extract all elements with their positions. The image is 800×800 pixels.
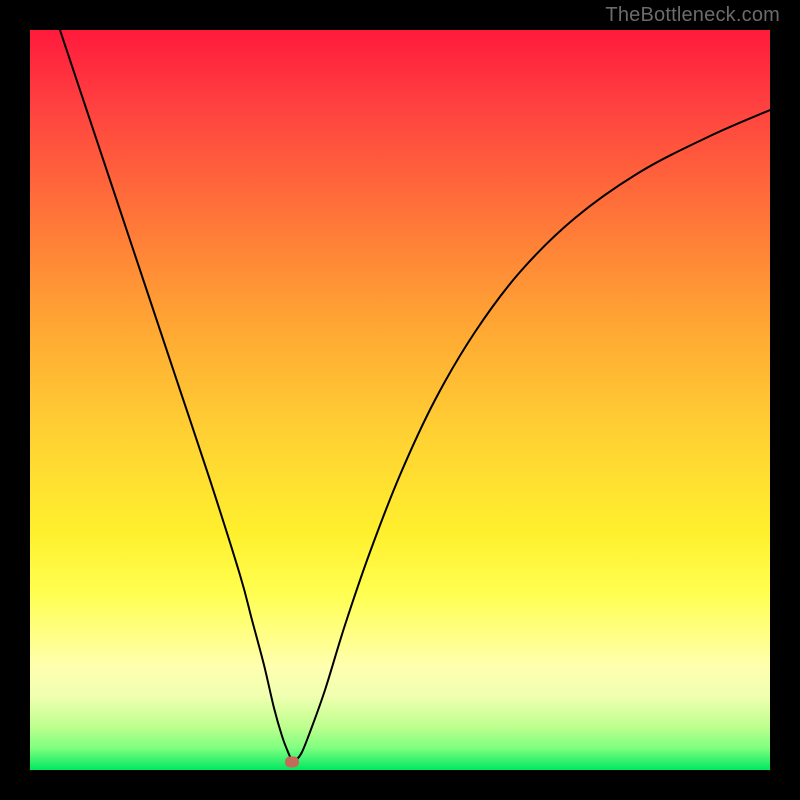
watermark-text: TheBottleneck.com <box>605 4 780 27</box>
bottleneck-curve <box>30 30 770 770</box>
optimal-point-marker <box>285 757 299 768</box>
chart-plot-area <box>30 30 770 770</box>
